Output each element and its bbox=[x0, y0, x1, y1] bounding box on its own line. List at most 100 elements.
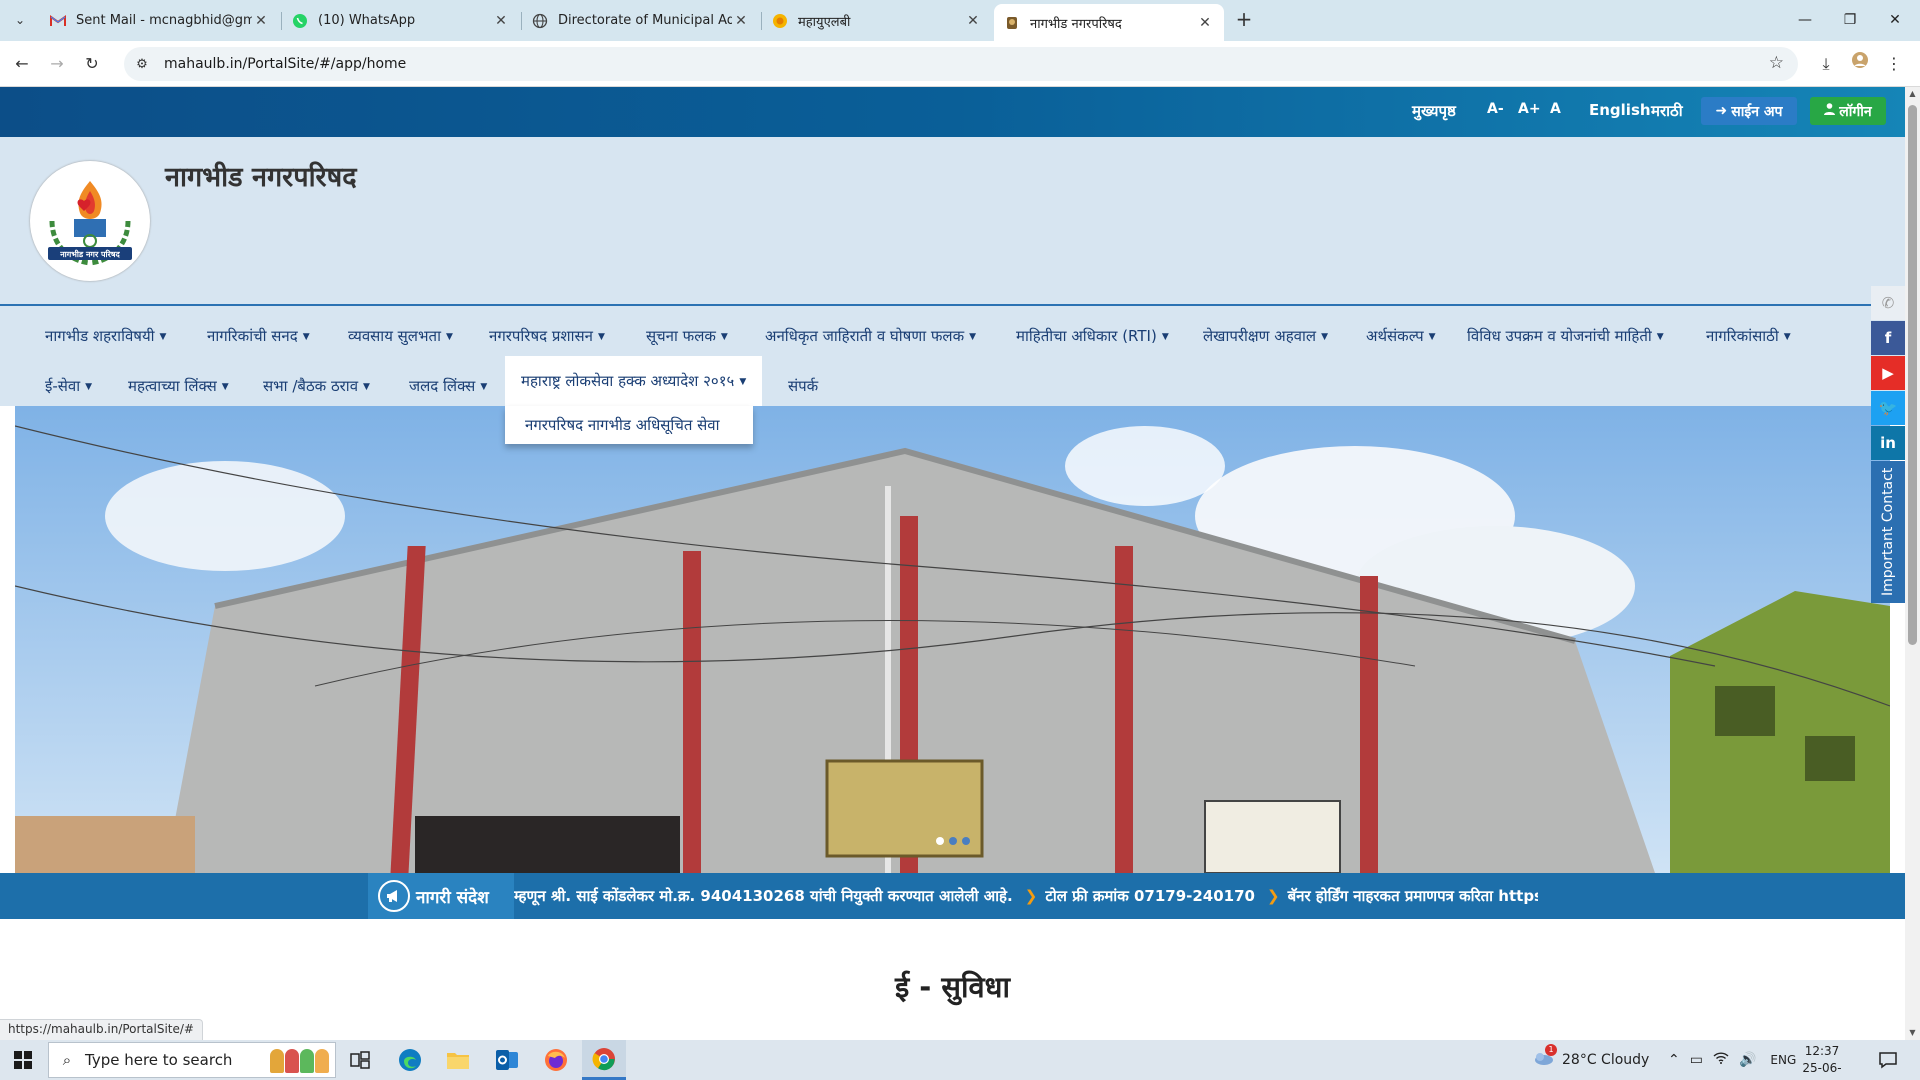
close-tab-icon[interactable]: ✕ bbox=[964, 13, 982, 29]
linkedin-icon[interactable]: in bbox=[1871, 426, 1905, 460]
close-window-button[interactable]: ✕ bbox=[1880, 6, 1910, 34]
weather-widget[interactable]: 1 28°C Cloudy bbox=[1532, 1040, 1649, 1080]
carousel-dot[interactable] bbox=[936, 837, 944, 845]
menu-contact[interactable]: संपर्क bbox=[788, 371, 818, 401]
menu-e-services[interactable]: ई-सेवा ▼ bbox=[45, 371, 92, 401]
ticker-item[interactable]: म्हणून श्री. साई कोंडलेकर मो.क्र. 940413… bbox=[514, 887, 1013, 905]
menu-label: महाराष्ट्र लोकसेवा हक्क अध्यादेश २०१५ bbox=[521, 372, 735, 390]
ticker-item[interactable]: टोल फ्री क्रमांक 07179-240170 bbox=[1045, 887, 1255, 905]
menu-about-city[interactable]: नागभीड शहराविषयी ▼ bbox=[45, 321, 166, 351]
lang-english-link[interactable]: English bbox=[1589, 101, 1651, 119]
clock-date: 25-06-2025 bbox=[1802, 1061, 1842, 1080]
tab-search-chevron-icon[interactable]: ⌄ bbox=[8, 8, 32, 32]
menu-schemes[interactable]: विविध उपक्रम व योजनांची माहिती ▼ bbox=[1467, 321, 1664, 351]
tab-directorate[interactable]: Directorate of Municipal Administration … bbox=[522, 4, 760, 37]
menu-label: विविध उपक्रम व योजनांची माहिती bbox=[1467, 327, 1652, 345]
caret-down-icon: ▼ bbox=[720, 332, 728, 342]
new-tab-button[interactable]: + bbox=[1232, 8, 1256, 32]
carousel-dot[interactable] bbox=[949, 837, 957, 845]
taskbar-clock[interactable]: 12:37 25-06-2025 bbox=[1790, 1043, 1854, 1080]
menu-notice-board[interactable]: सूचना फलक ▼ bbox=[646, 321, 728, 351]
youtube-icon[interactable]: ▶ bbox=[1871, 356, 1905, 390]
edge-icon[interactable] bbox=[388, 1040, 432, 1080]
menu-public-service-rights-open[interactable]: महाराष्ट्र लोकसेवा हक्क अध्यादेश २०१५ ▼ bbox=[505, 356, 763, 406]
menu-meeting-resolutions[interactable]: सभा /बैठक ठराव ▼ bbox=[263, 371, 370, 401]
site-settings-icon[interactable]: ⚙ bbox=[132, 57, 152, 72]
home-link[interactable]: मुख्यपृष्ठ bbox=[1412, 101, 1456, 121]
menu-budget[interactable]: अर्थसंकल्प ▼ bbox=[1366, 321, 1436, 351]
minimize-window-button[interactable]: — bbox=[1790, 6, 1820, 34]
menu-important-links[interactable]: महत्वाच्या लिंक्स ▼ bbox=[128, 371, 229, 401]
scroll-down-icon[interactable]: ▼ bbox=[1905, 1026, 1920, 1040]
municipal-council-logo[interactable]: नागभीड नगर परिषद bbox=[30, 161, 150, 281]
close-tab-icon[interactable]: ✕ bbox=[1196, 15, 1214, 31]
menu-label: माहितीचा अधिकार (RTI) bbox=[1016, 327, 1157, 345]
main-navigation: नागभीड शहराविषयी ▼ नागरिकांची सनद ▼ व्यवसा… bbox=[0, 306, 1905, 406]
address-bar[interactable]: ⚙ mahaulb.in/PortalSite/#/app/home ☆ bbox=[124, 47, 1798, 81]
close-tab-icon[interactable]: ✕ bbox=[252, 13, 270, 29]
back-button[interactable]: ← bbox=[8, 50, 36, 78]
ticker-messages[interactable]: म्हणून श्री. साई कोंडलेकर मो.क्र. 940413… bbox=[514, 873, 1538, 919]
user-icon bbox=[1824, 103, 1836, 119]
font-decrease-button[interactable]: A- bbox=[1487, 101, 1504, 117]
bookmark-star-icon[interactable]: ☆ bbox=[1769, 53, 1784, 73]
restore-window-button[interactable]: ❐ bbox=[1835, 6, 1865, 34]
login-button[interactable]: लॉगीन bbox=[1810, 97, 1886, 125]
download-icon[interactable]: ⤓ bbox=[1812, 50, 1840, 78]
outlook-icon[interactable] bbox=[485, 1040, 529, 1080]
important-contact-tab[interactable]: Important Contact bbox=[1871, 461, 1905, 603]
phone-icon[interactable]: ✆ bbox=[1871, 286, 1905, 320]
tab-whatsapp[interactable]: (10) WhatsApp ✕ bbox=[282, 4, 520, 37]
page-scrollbar[interactable]: ▲ ▼ bbox=[1905, 87, 1920, 1040]
menu-rti[interactable]: माहितीचा अधिकार (RTI) ▼ bbox=[1016, 321, 1169, 351]
font-reset-button[interactable]: A bbox=[1550, 101, 1561, 117]
carousel-dot[interactable] bbox=[962, 837, 970, 845]
tab-title: महायुएलबी bbox=[798, 14, 851, 30]
profile-avatar-icon[interactable] bbox=[1846, 50, 1874, 78]
close-tab-icon[interactable]: ✕ bbox=[492, 13, 510, 29]
wifi-icon[interactable] bbox=[1713, 1052, 1729, 1068]
signup-button[interactable]: ➜ साईन अप bbox=[1701, 97, 1797, 125]
dropdown-notified-services[interactable]: नगरपरिषद नागभीड अधिसूचित सेवा bbox=[505, 406, 753, 444]
menu-audit-report[interactable]: लेखापरीक्षण अहवाल ▼ bbox=[1203, 321, 1328, 351]
scrollbar-thumb[interactable] bbox=[1908, 105, 1917, 645]
menu-ease-of-business[interactable]: व्यवसाय सुलभता ▼ bbox=[348, 321, 453, 351]
file-explorer-icon[interactable] bbox=[436, 1040, 480, 1080]
volume-icon[interactable]: 🔊 bbox=[1739, 1052, 1756, 1068]
menu-for-citizens[interactable]: नागरिकांसाठी ▼ bbox=[1706, 321, 1791, 351]
carousel-indicators bbox=[936, 837, 970, 845]
browser-menu-icon[interactable]: ⋮ bbox=[1880, 50, 1908, 78]
twitter-icon[interactable]: 🐦 bbox=[1871, 391, 1905, 425]
search-highlight-illustration bbox=[270, 1049, 329, 1073]
notification-center-icon[interactable] bbox=[1868, 1040, 1908, 1080]
taskbar-search[interactable]: ⌕ Type here to search bbox=[48, 1042, 336, 1078]
firefox-icon[interactable] bbox=[534, 1040, 578, 1080]
menu-quick-links[interactable]: जलद लिंक्स ▼ bbox=[409, 371, 487, 401]
close-tab-icon[interactable]: ✕ bbox=[732, 13, 750, 29]
tab-nagbhid-active[interactable]: नागभीड नगरपरिषद ✕ bbox=[994, 4, 1224, 41]
chevron-up-icon[interactable]: ⌃ bbox=[1668, 1052, 1680, 1068]
caret-down-icon: ▼ bbox=[1428, 332, 1436, 342]
lang-marathi-link[interactable]: मराठी bbox=[1651, 101, 1683, 121]
menu-label: व्यवसाय सुलभता bbox=[348, 327, 441, 345]
font-increase-button[interactable]: A+ bbox=[1518, 101, 1541, 117]
menu-unauthorized-ads[interactable]: अनधिकृत जाहिराती व घोषणा फलक ▼ bbox=[765, 321, 976, 351]
hero-banner-carousel[interactable] bbox=[15, 406, 1890, 873]
device-icon[interactable]: ▭ bbox=[1690, 1052, 1703, 1068]
task-view-icon[interactable] bbox=[338, 1040, 382, 1080]
forward-button[interactable]: → bbox=[43, 50, 71, 78]
weather-text: 28°C Cloudy bbox=[1562, 1052, 1650, 1068]
tab-title: नागभीड नगरपरिषद bbox=[1030, 16, 1122, 32]
menu-citizen-charter[interactable]: नागरिकांची सनद ▼ bbox=[207, 321, 310, 351]
scroll-up-icon[interactable]: ▲ bbox=[1905, 87, 1920, 101]
menu-administration[interactable]: नगरपरिषद प्रशासन ▼ bbox=[489, 321, 605, 351]
facebook-icon[interactable]: f bbox=[1871, 321, 1905, 355]
ticker-item[interactable]: बॅनर होर्डिंग नाहरकत प्रमाणपत्र करिता ht… bbox=[1288, 887, 1538, 905]
tab-gmail[interactable]: Sent Mail - mcnagbhid@gmail.com ✕ bbox=[40, 4, 280, 37]
reload-button[interactable]: ↻ bbox=[78, 50, 106, 78]
windows-start-button[interactable] bbox=[0, 1040, 46, 1080]
chrome-icon[interactable] bbox=[582, 1040, 626, 1080]
browser-toolbar: ← → ↻ ⚙ mahaulb.in/PortalSite/#/app/home… bbox=[0, 41, 1920, 87]
caret-down-icon: ▼ bbox=[1321, 332, 1328, 342]
tab-mahaulb[interactable]: महायुएलबी ✕ bbox=[762, 4, 992, 37]
